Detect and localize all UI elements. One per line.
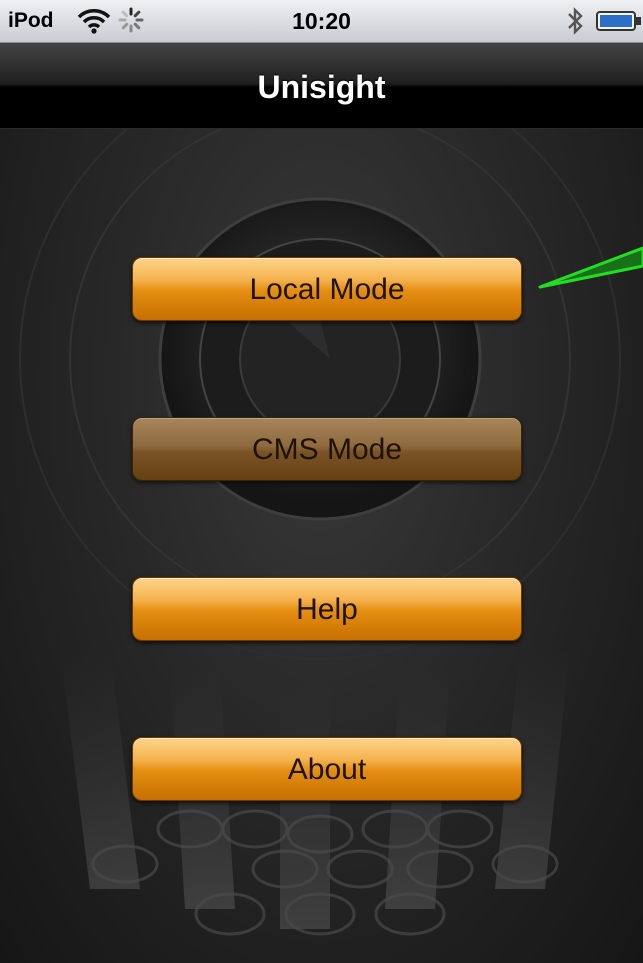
status-bar: iPod 10:20 (0, 0, 643, 43)
main-content (0, 129, 643, 963)
nav-title: Unisight (257, 69, 386, 105)
camera-lens-background (19, 129, 621, 936)
bluetooth-icon (568, 7, 583, 35)
local-mode-button[interactable]: Local Mode (132, 257, 522, 321)
help-button[interactable]: Help (132, 577, 522, 641)
status-time: 10:20 (292, 8, 351, 34)
cms-mode-button[interactable]: CMS Mode (132, 417, 522, 481)
about-button[interactable]: About (132, 737, 522, 801)
battery-icon (596, 11, 641, 31)
navigation-bar: Unisight (0, 43, 643, 129)
app-screen: iPod 10:20 Unisight Local Mode CMS Mode … (0, 0, 643, 963)
